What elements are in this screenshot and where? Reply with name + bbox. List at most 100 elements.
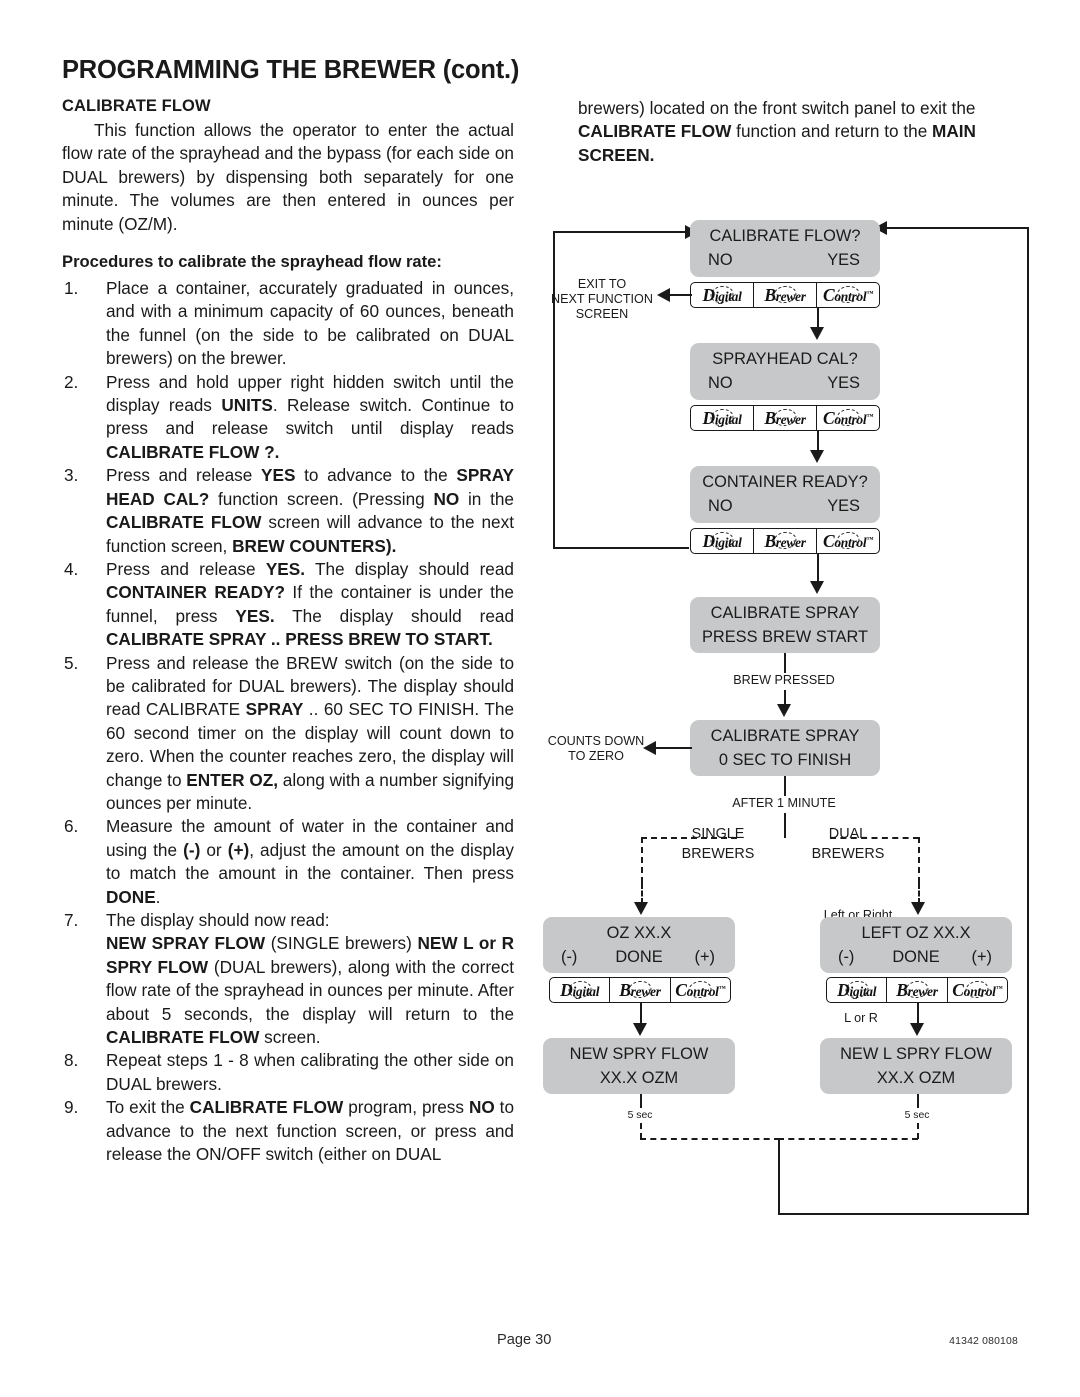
step-number: 6. (64, 816, 79, 837)
brewer-button-label: Brewer (764, 407, 806, 428)
dashed-merge-left (640, 1138, 780, 1140)
control-button[interactable]: Control™ (817, 529, 879, 553)
control-button-label: Control™ (822, 407, 874, 428)
step-number: 9. (64, 1097, 79, 1118)
single-oz-plus[interactable]: (+) (695, 948, 716, 967)
exit-loop-top-horizontal (553, 231, 687, 233)
arrow-to-calibrate-spray-start (810, 581, 824, 594)
label-single-brewers: BREWERS (681, 846, 755, 862)
control-button[interactable]: Control™ (948, 978, 1007, 1002)
procedure-step: 9. To exit the CALIBRATE FLOW program, pr… (62, 1096, 514, 1166)
exit-connector (670, 294, 692, 296)
calibrate-flow-no[interactable]: NO (708, 251, 733, 270)
return-line-bottom-horizontal (778, 1213, 1029, 1215)
container-ready-yes[interactable]: YES (827, 497, 860, 516)
dashed-merge-right (778, 1138, 918, 1140)
step-text: Press and release YES to advance to the … (106, 465, 514, 556)
brewer-button[interactable]: Brewer (754, 283, 817, 307)
calibrate-spray-finish-line1: CALIBRATE SPRAY (710, 727, 860, 745)
brewer-button[interactable]: Brewer (610, 978, 671, 1002)
digital-button[interactable]: Digital (827, 978, 888, 1002)
arrow-to-dual-oz (911, 902, 925, 915)
calibrate-flow-yes[interactable]: YES (827, 251, 860, 270)
connector-3 (817, 554, 819, 584)
control-panel-2[interactable]: Digital Brewer Control™ (690, 405, 880, 431)
step-text: Repeat steps 1 - 8 when calibrating the … (106, 1050, 514, 1094)
control-button[interactable]: Control™ (817, 283, 879, 307)
procedure-step: 5. Press and release the BREW switch (on … (62, 652, 514, 816)
arrow-to-container-ready (810, 450, 824, 463)
brewer-button-label: Brewer (764, 284, 806, 305)
screen-sprayhead-cal-line1: SPRAYHEAD CAL? (712, 350, 858, 368)
footer-document-code: 41342 080108 (949, 1336, 1018, 1347)
connector-1 (817, 308, 819, 329)
label-exit-to-next-function: EXIT TO NEXT FUNCTION SCREEN (551, 277, 653, 321)
arrow-to-single-new-flow (633, 1023, 647, 1036)
arrow-to-calibrate-spray-finish (777, 704, 791, 717)
single-new-flow-line1: NEW SPRY FLOW (569, 1045, 709, 1063)
label-five-sec-dual: 5 sec (904, 1110, 930, 1121)
step-text: Measure the amount of water in the conta… (106, 816, 514, 907)
screen-container-ready-line1: CONTAINER READY? (702, 473, 868, 491)
connector-4a (784, 653, 786, 673)
connector-single (640, 1003, 642, 1025)
control-panel-single[interactable]: Digital Brewer Control™ (549, 977, 731, 1003)
label-single: SINGLE (691, 826, 745, 842)
procedure-step: 7. The display should now read: NEW SPRAY … (62, 909, 514, 1049)
brewer-button[interactable]: Brewer (754, 529, 817, 553)
step-text: Place a container, accurately graduated … (106, 278, 514, 369)
dual-new-flow-line1: NEW L SPRY FLOW (840, 1045, 992, 1063)
brewer-button[interactable]: Brewer (754, 406, 817, 430)
brewer-button-label: Brewer (896, 979, 938, 1000)
step-number: 4. (64, 558, 79, 579)
sprayhead-cal-no[interactable]: NO (708, 374, 733, 393)
brewer-button[interactable]: Brewer (887, 978, 948, 1002)
dual-oz-plus[interactable]: (+) (972, 948, 993, 967)
screen-calibrate-spray-finish: CALIBRATE SPRAY 0 SEC TO FINISH (690, 720, 880, 776)
digital-button-label: Digital (702, 407, 742, 428)
digital-button[interactable]: Digital (550, 978, 611, 1002)
control-button-label: Control™ (822, 284, 874, 305)
dual-oz-line1: LEFT OZ XX.X (861, 924, 971, 942)
label-five-sec-single: 5 sec (627, 1110, 653, 1121)
container-ready-no[interactable]: NO (708, 497, 733, 516)
single-oz-line1: OZ XX.X (606, 924, 672, 942)
section-heading: CALIBRATE FLOW (62, 97, 211, 115)
procedure-step: 8. Repeat steps 1 - 8 when calibrating th… (62, 1049, 514, 1096)
control-panel-1[interactable]: Digital Brewer Control™ (690, 282, 880, 308)
screen-sprayhead-cal: SPRAYHEAD CAL? NO YES (690, 343, 880, 400)
calibrate-spray-start-line2: PRESS BREW START (701, 628, 869, 646)
sprayhead-cal-yes[interactable]: YES (827, 374, 860, 393)
digital-button[interactable]: Digital (691, 529, 754, 553)
control-button[interactable]: Control™ (671, 978, 730, 1002)
digital-button[interactable]: Digital (691, 283, 754, 307)
exit-arrow (657, 288, 670, 302)
label-after-one-minute: AFTER 1 MINUTE (732, 796, 836, 810)
step-number: 3. (64, 465, 79, 486)
digital-button-label: Digital (560, 979, 600, 1000)
return-line-merge-vertical (778, 1139, 780, 1215)
brewer-button-label: Brewer (764, 530, 806, 551)
split-branch-right (918, 883, 920, 904)
control-button-label: Control™ (675, 979, 726, 1000)
dashed-dual-down (917, 1123, 919, 1139)
connector-dual-5sec (917, 1094, 919, 1108)
brewer-button-label: Brewer (619, 979, 661, 1000)
screen-dual-new-flow: NEW L SPRY FLOW XX.X OZM (820, 1038, 1012, 1094)
screen-calibrate-flow: CALIBRATE FLOW? NO YES (690, 220, 880, 277)
footer-page-number: Page 30 (497, 1332, 552, 1348)
control-button[interactable]: Control™ (817, 406, 879, 430)
step-number: 2. (64, 371, 79, 392)
control-panel-3[interactable]: Digital Brewer Control™ (690, 528, 880, 554)
control-panel-dual[interactable]: Digital Brewer Control™ (826, 977, 1008, 1003)
procedure-step: 6. Measure the amount of water in the con… (62, 815, 514, 909)
dual-new-flow-line2: XX.X OZM (876, 1069, 956, 1087)
screen-single-new-flow: NEW SPRY FLOW XX.X OZM (543, 1038, 735, 1094)
label-counts-down-to-zero: COUNTS DOWN TO ZERO (547, 734, 645, 763)
dashed-single-down (640, 1123, 642, 1139)
step-number: 7. (64, 910, 79, 930)
digital-button-label: Digital (702, 530, 742, 551)
digital-button[interactable]: Digital (691, 406, 754, 430)
connector-dual (917, 1003, 919, 1025)
counts-down-arrow (643, 741, 656, 755)
